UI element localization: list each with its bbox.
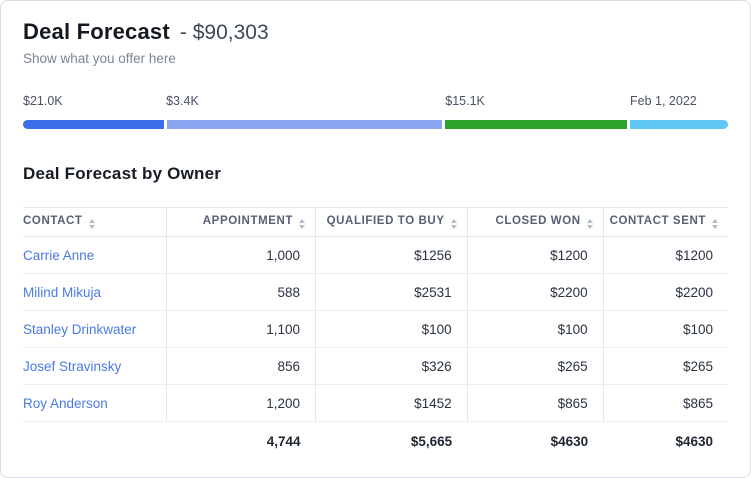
bar-segment-3[interactable] bbox=[445, 120, 627, 129]
bar-label-segment-1: $21.0K bbox=[23, 94, 63, 108]
closed-won-value: $100 bbox=[467, 311, 603, 348]
qualified-to-buy-value: $2531 bbox=[316, 274, 468, 311]
contact-link[interactable]: Josef Stravinsky bbox=[23, 348, 167, 385]
contact-sent-value: $2200 bbox=[603, 274, 728, 311]
table-header-row: Contact Appointment Qualified to buy Clo… bbox=[23, 208, 728, 237]
qualified-to-buy-value: $1256 bbox=[316, 237, 468, 274]
deal-forecast-card: Deal Forecast - $90,303 Show what you of… bbox=[0, 0, 751, 478]
closed-won-value: $865 bbox=[467, 385, 603, 422]
appointment-value: 856 bbox=[167, 348, 316, 385]
contact-sent-total: $4630 bbox=[603, 422, 728, 462]
column-header-qualified-to-buy[interactable]: Qualified to buy bbox=[316, 208, 468, 237]
appointment-value: 1,100 bbox=[167, 311, 316, 348]
totals-row: 4,744 $5,665 $4630 $4630 bbox=[23, 422, 728, 462]
contact-link[interactable]: Roy Anderson bbox=[23, 385, 167, 422]
contact-link[interactable]: Carrie Anne bbox=[23, 237, 167, 274]
table-row: Josef Stravinsky 856 $326 $265 $265 bbox=[23, 348, 728, 385]
table-row: Stanley Drinkwater 1,100 $100 $100 $100 bbox=[23, 311, 728, 348]
closed-won-value: $2200 bbox=[467, 274, 603, 311]
appointment-value: 1,000 bbox=[167, 237, 316, 274]
qualified-to-buy-value: $100 bbox=[316, 311, 468, 348]
appointment-value: 588 bbox=[167, 274, 316, 311]
stacked-progress-bar bbox=[23, 120, 728, 129]
contact-sent-value: $100 bbox=[603, 311, 728, 348]
bar-label-segment-3: $15.1K bbox=[445, 94, 485, 108]
column-header-contact-sent[interactable]: Contact sent bbox=[603, 208, 728, 237]
qualified-to-buy-value: $1452 bbox=[316, 385, 468, 422]
card-subtitle: Show what you offer here bbox=[23, 51, 728, 66]
bar-segment-1[interactable] bbox=[23, 120, 164, 129]
closed-won-value: $265 bbox=[467, 348, 603, 385]
forecast-bar-labels: $21.0K $3.4K $15.1K Feb 1, 2022 bbox=[23, 94, 728, 110]
contact-sent-value: $265 bbox=[603, 348, 728, 385]
sort-icon[interactable] bbox=[451, 219, 457, 229]
bar-segment-4[interactable] bbox=[630, 120, 728, 129]
forecast-amount: - $90,303 bbox=[180, 21, 269, 45]
contact-link[interactable]: Stanley Drinkwater bbox=[23, 311, 167, 348]
qualified-to-buy-value: $326 bbox=[316, 348, 468, 385]
appointment-total: 4,744 bbox=[167, 422, 316, 462]
bar-label-date: Feb 1, 2022 bbox=[630, 94, 697, 108]
closed-won-total: $4630 bbox=[467, 422, 603, 462]
sort-icon[interactable] bbox=[89, 219, 95, 229]
bar-segment-2[interactable] bbox=[167, 120, 442, 129]
contact-link[interactable]: Milind Mikuja bbox=[23, 274, 167, 311]
sort-icon[interactable] bbox=[587, 219, 593, 229]
totals-empty-cell bbox=[23, 422, 167, 462]
deal-forecast-table: Contact Appointment Qualified to buy Clo… bbox=[23, 207, 728, 462]
section-title: Deal Forecast by Owner bbox=[23, 164, 728, 184]
qualified-to-buy-total: $5,665 bbox=[316, 422, 468, 462]
page-title: Deal Forecast bbox=[23, 19, 170, 45]
column-header-closed-won[interactable]: Closed won bbox=[467, 208, 603, 237]
table-row: Milind Mikuja 588 $2531 $2200 $2200 bbox=[23, 274, 728, 311]
sort-icon[interactable] bbox=[299, 219, 305, 229]
table-row: Roy Anderson 1,200 $1452 $865 $865 bbox=[23, 385, 728, 422]
column-header-appointment[interactable]: Appointment bbox=[167, 208, 316, 237]
forecast-bar: $21.0K $3.4K $15.1K Feb 1, 2022 bbox=[23, 94, 728, 136]
contact-sent-value: $865 bbox=[603, 385, 728, 422]
column-header-contact[interactable]: Contact bbox=[23, 208, 167, 237]
contact-sent-value: $1200 bbox=[603, 237, 728, 274]
appointment-value: 1,200 bbox=[167, 385, 316, 422]
closed-won-value: $1200 bbox=[467, 237, 603, 274]
card-header: Deal Forecast - $90,303 bbox=[23, 19, 728, 45]
sort-icon[interactable] bbox=[712, 219, 718, 229]
bar-label-segment-2: $3.4K bbox=[166, 94, 199, 108]
table-row: Carrie Anne 1,000 $1256 $1200 $1200 bbox=[23, 237, 728, 274]
